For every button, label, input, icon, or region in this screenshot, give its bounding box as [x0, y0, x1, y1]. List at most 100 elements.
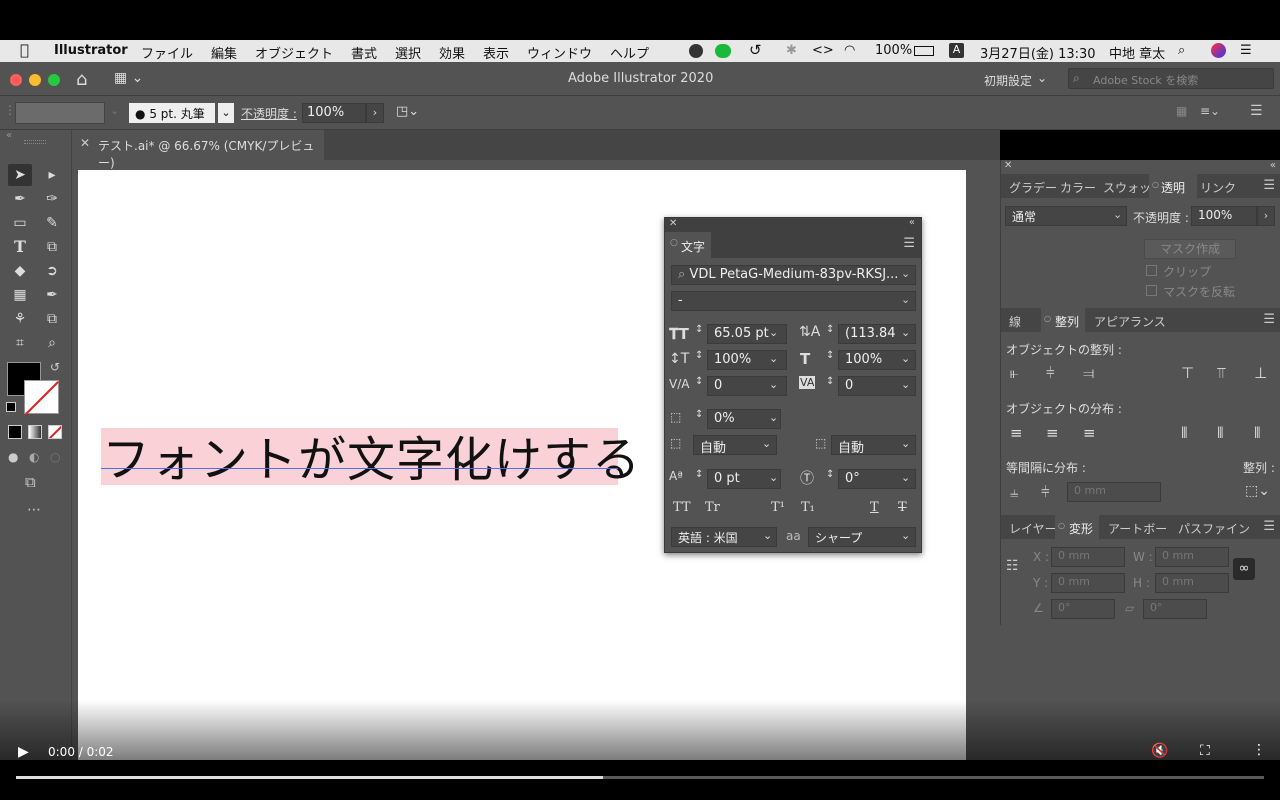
- tab-transform[interactable]: ○ 変形: [1055, 515, 1099, 539]
- distribute-left-icon[interactable]: ⦀: [1181, 424, 1188, 442]
- stepper-icon[interactable]: ↕: [826, 376, 834, 387]
- panel-menu-icon[interactable]: ☰: [1263, 178, 1275, 193]
- distribute-bottom-icon[interactable]: ≡: [1083, 424, 1096, 442]
- collapse-panel-icon[interactable]: «: [909, 217, 915, 228]
- menu-object[interactable]: オブジェクト: [255, 43, 333, 62]
- tab-pathfinder[interactable]: パスファイン: [1178, 515, 1250, 539]
- stepper-icon[interactable]: ↕: [695, 350, 703, 361]
- time-machine-icon[interactable]: ↺: [749, 41, 762, 59]
- invert-mask-checkbox[interactable]: [1146, 285, 1157, 296]
- menubar-user[interactable]: 中地 章太: [1109, 43, 1165, 62]
- h-input[interactable]: 0 mm: [1155, 573, 1229, 593]
- selection-tool-icon[interactable]: ➤: [8, 164, 32, 186]
- align-bottom-icon[interactable]: ⊥: [1254, 364, 1267, 382]
- font-family-select[interactable]: ⌕ VDL PetaG-Medium-83pv-RKSJ...: [671, 265, 916, 285]
- panel-menu-icon[interactable]: ☰: [1263, 519, 1275, 534]
- clip-checkbox[interactable]: [1146, 265, 1157, 276]
- artboard-text-object[interactable]: フォントが文字化けする: [102, 420, 641, 490]
- panel-menu-icon[interactable]: ☰: [903, 236, 915, 251]
- align-top-icon[interactable]: ⊤: [1181, 364, 1194, 382]
- scale-tool-icon[interactable]: ⧉: [40, 236, 64, 258]
- menu-view[interactable]: 表示: [483, 43, 509, 62]
- align-to-selection-icon[interactable]: ⬚⌄: [1245, 483, 1270, 499]
- arrange-documents-icon[interactable]: ▦ ⌄: [114, 70, 143, 86]
- panel-header[interactable]: ✕ «: [665, 217, 921, 232]
- distribute-right-icon[interactable]: ⦀: [1254, 424, 1261, 442]
- chevron-down-icon[interactable]: ⌄: [769, 411, 778, 424]
- tab-character[interactable]: ○ 文字: [665, 232, 711, 258]
- more-options-icon[interactable]: ⋮: [1252, 742, 1266, 758]
- menu-app-name[interactable]: Illustrator: [54, 43, 128, 58]
- close-panel-icon[interactable]: ✕: [669, 218, 677, 229]
- strikethrough-button[interactable]: T: [898, 500, 907, 515]
- distribute-top-icon[interactable]: ≡: [1010, 424, 1023, 442]
- stroke-color-swatch[interactable]: [15, 102, 105, 124]
- mute-icon[interactable]: 🔇: [1151, 743, 1168, 759]
- eyedropper-tool-icon[interactable]: ✒: [40, 284, 64, 306]
- menu-select[interactable]: 選択: [395, 43, 421, 62]
- antialias-select[interactable]: シャープ: [808, 527, 916, 547]
- panel-menu-icon[interactable]: ☰: [1263, 312, 1275, 327]
- align-dropdown-icon[interactable]: ▦: [1176, 104, 1187, 118]
- chevron-down-icon[interactable]: ⌄: [218, 103, 234, 123]
- chevron-down-icon[interactable]: ⌄: [1113, 208, 1122, 221]
- distribute-vcenter-icon[interactable]: ≡: [1046, 424, 1059, 442]
- type-tool-icon[interactable]: T: [8, 236, 32, 258]
- stepper-icon[interactable]: ↕: [695, 409, 703, 420]
- artboard-tool-icon[interactable]: ⌗: [8, 332, 32, 354]
- tab-links[interactable]: リンク: [1200, 174, 1236, 198]
- menu-window[interactable]: ウィンドウ: [527, 43, 592, 62]
- distribute-vertical-space-icon[interactable]: ⫨: [1010, 483, 1018, 501]
- chevron-down-icon[interactable]: ⌄: [901, 529, 910, 542]
- menu-edit[interactable]: 編集: [211, 43, 237, 62]
- tab-stroke[interactable]: 線: [1009, 308, 1021, 332]
- chevron-down-icon[interactable]: ⌄: [901, 352, 910, 365]
- chevron-right-icon[interactable]: ›: [366, 103, 384, 123]
- chevron-down-icon[interactable]: ⌄: [769, 378, 778, 391]
- fullscreen-icon[interactable]: ⛶: [1200, 743, 1210, 759]
- code-icon[interactable]: <>: [812, 43, 834, 58]
- stepper-icon[interactable]: ↕: [826, 324, 834, 335]
- chevron-down-icon[interactable]: ⌄: [901, 378, 910, 391]
- chevron-down-icon[interactable]: ⌄: [901, 471, 910, 484]
- opacity-input[interactable]: 100%: [302, 103, 366, 123]
- workspace-switcher[interactable]: 初期設定: [984, 72, 1032, 89]
- wifi-icon[interactable]: ◠: [844, 43, 855, 58]
- tab-layers[interactable]: レイヤー: [1009, 515, 1057, 539]
- none-mode-icon[interactable]: [48, 425, 62, 439]
- make-mask-button[interactable]: マスク作成: [1144, 239, 1236, 259]
- play-icon[interactable]: ▶: [18, 744, 29, 760]
- tab-appearance[interactable]: アピアランス: [1094, 308, 1166, 332]
- tab-swatches[interactable]: スウォッ: [1103, 174, 1151, 198]
- chevron-down-icon[interactable]: ⌄: [769, 326, 778, 339]
- chevron-down-icon[interactable]: ⌄: [901, 326, 910, 339]
- chevron-right-icon[interactable]: ›: [1257, 206, 1275, 226]
- x-input[interactable]: 0 mm: [1051, 547, 1125, 567]
- chevron-down-icon[interactable]: ⌄: [901, 437, 910, 450]
- chevron-down-icon[interactable]: ⌄: [110, 104, 119, 117]
- superscript-button[interactable]: T¹: [771, 500, 785, 515]
- bluetooth-icon[interactable]: ✱: [786, 43, 797, 58]
- apple-icon[interactable]: : [20, 41, 29, 59]
- underline-button[interactable]: T: [870, 500, 879, 515]
- draw-normal-icon[interactable]: ●: [8, 450, 18, 464]
- document-tab[interactable]: ✕ テスト.ai* @ 66.67% (CMYK/プレビュー): [72, 130, 324, 170]
- distribute-hcenter-icon[interactable]: ⦀: [1217, 424, 1224, 442]
- swap-fill-stroke-icon[interactable]: ↺: [50, 360, 60, 374]
- video-progress-track[interactable]: [16, 776, 1264, 779]
- shape-builder-tool-icon[interactable]: ⧉: [40, 308, 64, 330]
- chevron-down-icon[interactable]: ⌄: [901, 267, 910, 280]
- stepper-icon[interactable]: ↕: [695, 376, 703, 387]
- stepper-icon[interactable]: ↕: [695, 324, 703, 335]
- stock-search-input[interactable]: ⌕ Adobe Stock を検索: [1068, 68, 1274, 89]
- symbol-sprayer-tool-icon[interactable]: ⚘: [8, 308, 32, 330]
- spotlight-icon[interactable]: ⌕: [1178, 43, 1185, 58]
- tab-transparency[interactable]: ○ 透明: [1149, 174, 1197, 198]
- font-style-select[interactable]: -: [671, 291, 916, 311]
- language-select[interactable]: 英語 : 米国: [671, 527, 777, 547]
- direct-selection-tool-icon[interactable]: ▸: [40, 164, 64, 186]
- minimize-window-button[interactable]: [29, 74, 41, 86]
- collapse-panel-icon[interactable]: «: [1270, 160, 1276, 171]
- input-source-icon[interactable]: A: [949, 43, 964, 58]
- distribute-icon[interactable]: ≡⌄: [1200, 104, 1220, 118]
